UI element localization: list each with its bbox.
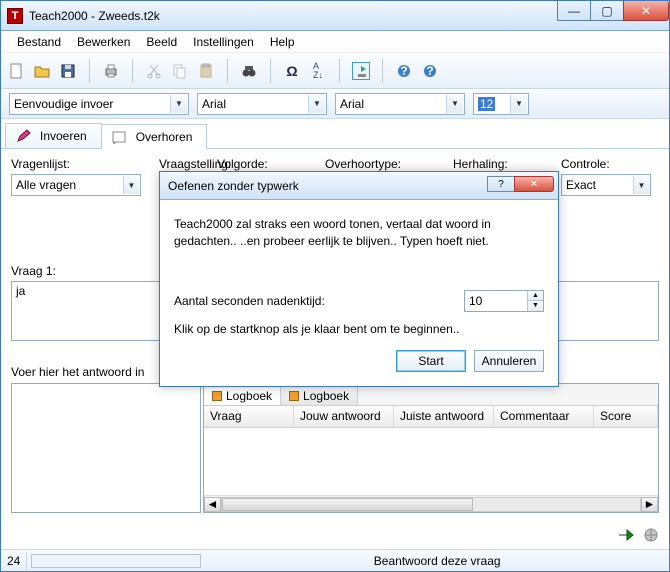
- font1-value: Arial: [202, 97, 226, 111]
- vragenlijst-value: Alle vragen: [16, 178, 76, 192]
- controle-label: Controle:: [561, 157, 651, 171]
- omega-icon[interactable]: Ω: [283, 62, 301, 80]
- font2-value: Arial: [340, 97, 364, 111]
- cancel-button[interactable]: Annuleren: [474, 350, 544, 372]
- pencil-icon: [16, 129, 32, 143]
- dialog-intro-text: Teach2000 zal straks een woord tonen, ve…: [174, 216, 544, 250]
- scroll-right-icon[interactable]: ►: [641, 497, 658, 512]
- chevron-down-icon: ▼: [170, 95, 187, 113]
- tab-overhoren-label: Overhoren: [136, 130, 193, 144]
- cut-icon[interactable]: [145, 62, 163, 80]
- start-button[interactable]: Start: [396, 350, 466, 372]
- seconds-label: Aantal seconden nadenktijd:: [174, 294, 454, 308]
- chevron-down-icon: ▼: [446, 95, 463, 113]
- mode-select[interactable]: Eenvoudige invoer ▼: [9, 93, 189, 115]
- log-col-jouw[interactable]: Jouw antwoord: [294, 406, 394, 427]
- chevron-down-icon: ▼: [633, 176, 649, 194]
- forward-arrow-icon[interactable]: [617, 527, 637, 543]
- log-hscrollbar[interactable]: ◄ ►: [204, 495, 658, 512]
- dialog-titlebar: Oefenen zonder typwerk ? ✕: [160, 172, 558, 200]
- titlebar: T Teach2000 - Zweeds.t2k — ▢ ✕: [1, 1, 669, 31]
- app-window: T Teach2000 - Zweeds.t2k — ▢ ✕ Bestand B…: [0, 0, 670, 572]
- chevron-down-icon: ▼: [510, 95, 527, 113]
- vragenlijst-label: Vragenlijst:: [11, 157, 141, 171]
- spin-up-icon[interactable]: ▲: [527, 291, 543, 302]
- tab-invoeren-label: Invoeren: [40, 129, 87, 143]
- open-folder-icon[interactable]: [33, 62, 51, 80]
- menu-bestand[interactable]: Bestand: [11, 33, 67, 51]
- log-col-juiste[interactable]: Juiste antwoord: [394, 406, 494, 427]
- answer-input[interactable]: [11, 383, 201, 513]
- paste-icon[interactable]: [197, 62, 215, 80]
- copy-icon[interactable]: [171, 62, 189, 80]
- tab-overhoren[interactable]: Overhoren: [101, 124, 208, 149]
- menu-bewerken[interactable]: Bewerken: [71, 33, 136, 51]
- tip-icon[interactable]: ?: [395, 62, 413, 80]
- statusbar: 24 Beantwoord deze vraag: [1, 549, 669, 571]
- seconds-input[interactable]: [465, 294, 523, 308]
- log-panel: Logboek Logboek Vraag Jouw antwoord Juis…: [203, 383, 659, 513]
- dialog-help-button[interactable]: ?: [487, 176, 515, 192]
- tab-invoeren[interactable]: Invoeren: [5, 123, 102, 148]
- menu-help[interactable]: Help: [264, 33, 301, 51]
- quiz-icon: [112, 130, 128, 144]
- main-tabs: Invoeren Overhoren: [1, 119, 669, 149]
- close-button[interactable]: ✕: [623, 1, 669, 21]
- menu-beeld[interactable]: Beeld: [140, 33, 183, 51]
- square-icon: [212, 391, 222, 401]
- selectors-bar: Eenvoudige invoer ▼ Arial ▼ Arial ▼ 12 ▼: [1, 89, 669, 119]
- overhoortype-label: Overhoortype:: [325, 157, 435, 171]
- dialog-title: Oefenen zonder typwerk: [168, 179, 299, 193]
- new-document-icon[interactable]: [7, 62, 25, 80]
- seconds-spinner[interactable]: ▲ ▼: [464, 290, 544, 312]
- status-message: Beantwoord deze vraag: [205, 554, 669, 568]
- maximize-button[interactable]: ▢: [590, 1, 624, 21]
- spin-down-icon[interactable]: ▼: [527, 301, 543, 311]
- save-icon[interactable]: [59, 62, 77, 80]
- logboek-tab-2[interactable]: Logboek: [281, 384, 358, 405]
- font1-select[interactable]: Arial ▼: [197, 93, 327, 115]
- binoculars-icon[interactable]: [240, 62, 258, 80]
- fontsize-select[interactable]: 12 ▼: [473, 93, 529, 115]
- volgorde-label: Volgorde:: [217, 157, 307, 171]
- fontsize-value: 12: [478, 97, 495, 111]
- window-title: Teach2000 - Zweeds.t2k: [29, 9, 160, 23]
- status-count: 24: [1, 552, 27, 570]
- scroll-left-icon[interactable]: ◄: [204, 497, 221, 512]
- globe-icon[interactable]: [643, 527, 659, 543]
- logboek-tab-1[interactable]: Logboek: [204, 384, 281, 405]
- print-icon[interactable]: [102, 62, 120, 80]
- menubar: Bestand Bewerken Beeld Instellingen Help: [1, 31, 669, 53]
- status-progress: [31, 554, 201, 568]
- chevron-down-icon: ▼: [308, 95, 325, 113]
- log-table: Vraag Jouw antwoord Juiste antwoord Comm…: [204, 406, 658, 512]
- controle-value: Exact: [566, 178, 596, 192]
- dialog-hint-text: Klik op de startknop als je klaar bent o…: [174, 322, 544, 336]
- minimize-button[interactable]: —: [557, 1, 591, 21]
- mode-select-value: Eenvoudige invoer: [14, 97, 113, 111]
- controle-select[interactable]: Exact ▼: [561, 174, 651, 196]
- log-col-score[interactable]: Score: [594, 406, 658, 427]
- svg-text:?: ?: [400, 64, 407, 78]
- font2-select[interactable]: Arial ▼: [335, 93, 465, 115]
- svg-text:?: ?: [426, 64, 433, 78]
- chevron-down-icon: ▼: [123, 176, 139, 194]
- sort-az-icon[interactable]: AZ↓: [309, 62, 327, 80]
- note-icon[interactable]: [352, 62, 370, 80]
- app-icon: T: [7, 8, 23, 24]
- practice-dialog: Oefenen zonder typwerk ? ✕ Teach2000 zal…: [159, 171, 559, 387]
- dialog-close-button[interactable]: ✕: [514, 176, 554, 192]
- menu-instellingen[interactable]: Instellingen: [187, 33, 260, 51]
- herhaling-label: Herhaling:: [453, 157, 543, 171]
- log-col-vraag[interactable]: Vraag: [204, 406, 294, 427]
- help-icon[interactable]: ?: [421, 62, 439, 80]
- vraagstelling-label: Vraagstelling:: [159, 157, 199, 171]
- question-value: ja: [16, 284, 25, 298]
- log-col-comm[interactable]: Commentaar: [494, 406, 594, 427]
- square-icon: [289, 391, 299, 401]
- vragenlijst-select[interactable]: Alle vragen ▼: [11, 174, 141, 196]
- toolbar: Ω AZ↓ ? ?: [1, 53, 669, 89]
